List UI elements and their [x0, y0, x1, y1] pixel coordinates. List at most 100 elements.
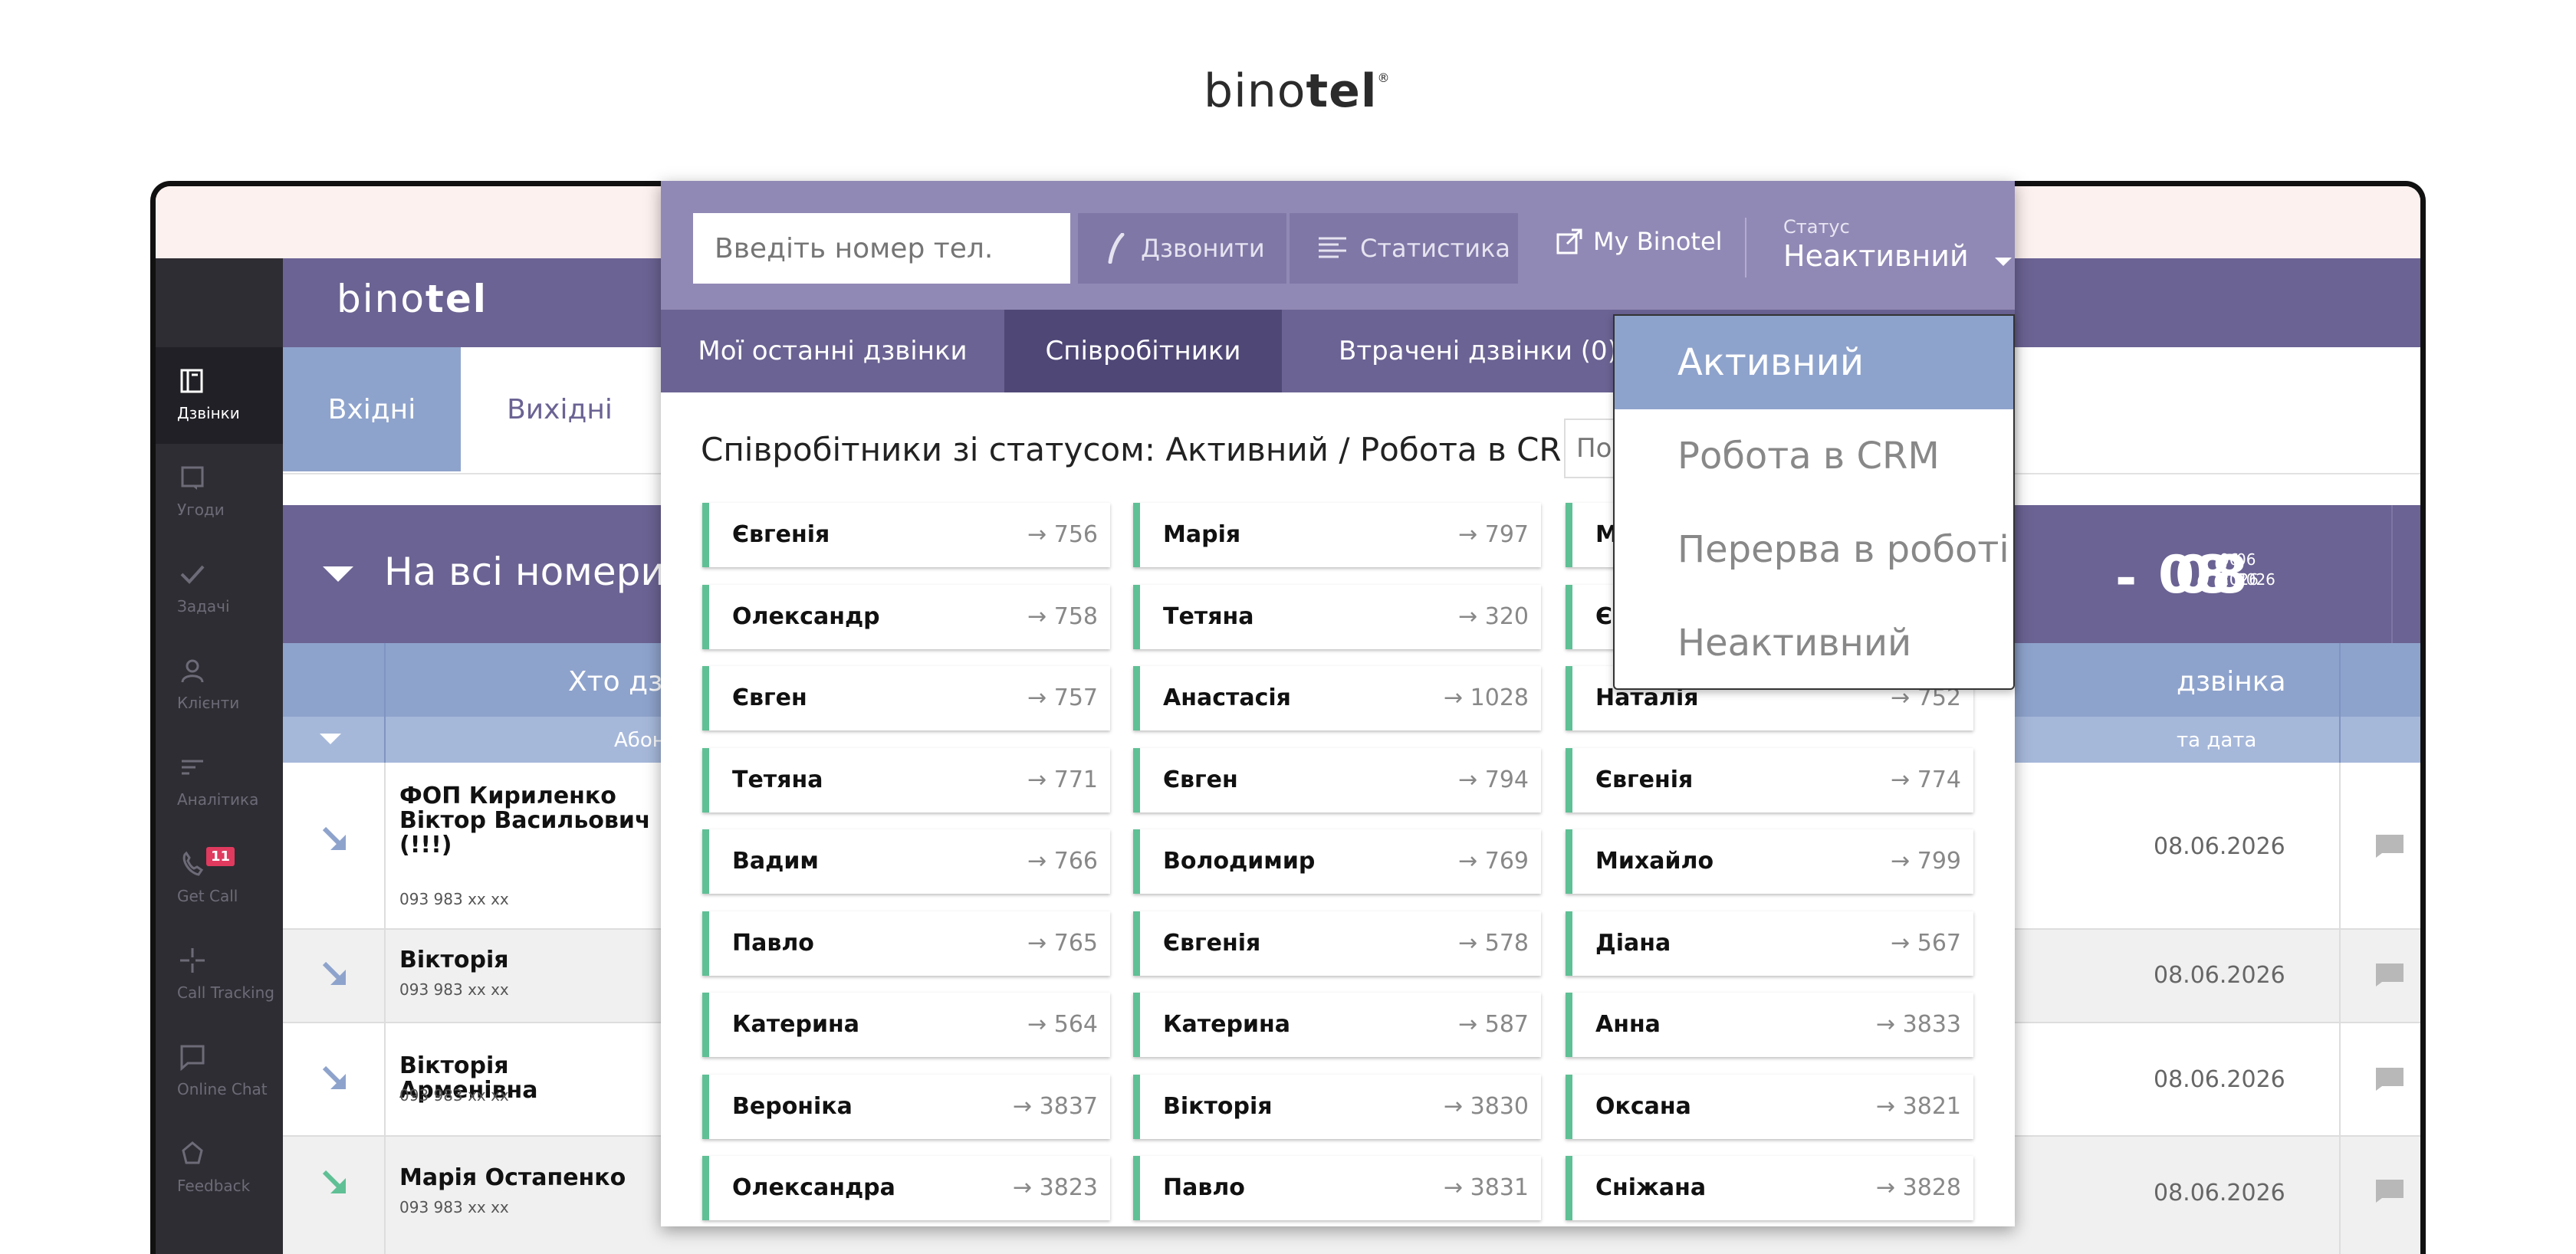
employee-extension: → 3828 [1875, 1174, 1961, 1201]
employee-card[interactable]: Павло → 765 [702, 911, 1110, 976]
sidebar-item-label: Аналітика [177, 790, 259, 809]
divider [1745, 218, 1746, 277]
numbers-filter[interactable]: На всі номери [384, 550, 665, 594]
employee-name: Євгенія [1595, 767, 1694, 793]
employee-card[interactable]: Михайло → 799 [1566, 829, 1973, 894]
employee-card[interactable]: Олександра → 3823 [702, 1156, 1110, 1220]
chevron-down-icon[interactable] [323, 566, 353, 582]
employee-card[interactable]: Тетяна → 320 [1133, 585, 1541, 649]
employee-card[interactable]: Анна → 3833 [1566, 993, 1973, 1057]
employee-name: Є [1595, 603, 1613, 630]
employee-extension: → 320 [1458, 603, 1529, 630]
chevron-down-icon[interactable] [320, 734, 341, 744]
employee-name: Вероніка [732, 1093, 853, 1120]
divider [384, 763, 386, 1254]
status-option-active[interactable]: Активний [1615, 316, 2013, 409]
status-option-break[interactable]: Перерва в роботі [1615, 503, 2013, 596]
employee-card[interactable]: Вероніка → 3837 [702, 1075, 1110, 1139]
phone-number-input[interactable] [693, 213, 1070, 284]
employee-extension: → 3823 [1012, 1174, 1098, 1201]
divider [2339, 763, 2341, 1254]
sidebar-item-label: Угоди [177, 501, 225, 519]
sidebar-item-label: Дзвінки [177, 404, 240, 422]
employee-card[interactable]: Катерина → 564 [702, 993, 1110, 1057]
sidebar-item-tasks[interactable]: Задачі [156, 540, 283, 637]
employee-card[interactable]: Євгенія → 578 [1133, 911, 1541, 976]
sidebar-item-clients[interactable]: Клієнти [156, 637, 283, 734]
caller-phone: 093 983 xx xx [399, 890, 509, 908]
employee-name: Євгенія [732, 521, 830, 548]
employee-extension: → 3821 [1875, 1093, 1961, 1120]
status-dropdown: Активний Робота в CRM Перерва в роботі Н… [1613, 314, 2015, 690]
sidebar-item-getcall[interactable]: 11 Get Call [156, 830, 283, 927]
employee-card[interactable]: Діана → 567 [1566, 911, 1973, 976]
employee-extension: → 1028 [1443, 684, 1529, 711]
employee-name: Діана [1595, 930, 1671, 957]
tab-incoming[interactable]: Вхідні [283, 347, 461, 471]
sidebar-item-onlinechat[interactable]: Online Chat [156, 1023, 283, 1120]
employee-card[interactable]: Євгенія → 756 [702, 503, 1110, 567]
employee-name: Тетяна [732, 767, 823, 793]
employee-extension: → 564 [1027, 1011, 1098, 1038]
column-subheader-subscriber[interactable]: Абон [614, 729, 665, 752]
chevron-down-icon[interactable] [1995, 258, 2012, 266]
sidebar: Дзвінки Угоди Задачі Клієнти Аналітика 1… [156, 258, 283, 1254]
status-option-inactive[interactable]: Неактивний [1615, 596, 2013, 690]
employee-card[interactable]: Євген → 757 [702, 666, 1110, 730]
status-option-crm[interactable]: Робота в CRM [1615, 409, 2013, 503]
sidebar-item-calltracking[interactable]: Call Tracking [156, 927, 283, 1023]
employee-card[interactable]: Марія → 797 [1133, 503, 1541, 567]
comment-icon[interactable] [2374, 1178, 2405, 1204]
employee-name: Тетяна [1163, 603, 1254, 630]
caller-phone: 093 983 xx xx [399, 980, 509, 999]
employee-name: Володимир [1163, 848, 1316, 875]
caller-name: ФОП Кириленко Віктор Васильович (!!!) [399, 783, 651, 858]
date-to-visible[interactable]: 08 06 2026 [2158, 545, 2259, 606]
sidebar-item-label: Feedback [177, 1177, 251, 1195]
my-binotel-link[interactable]: My Binotel [1556, 227, 1723, 256]
comment-icon[interactable] [2374, 833, 2405, 859]
employee-name: Євген [732, 684, 807, 711]
employee-extension: → 766 [1027, 848, 1098, 875]
employee-card[interactable]: Євгенія → 774 [1566, 748, 1973, 812]
employee-name: Олександра [732, 1174, 895, 1201]
list-icon [1319, 237, 1346, 258]
employee-name: Оксана [1595, 1093, 1691, 1120]
employee-card[interactable]: Павло → 3831 [1133, 1156, 1541, 1220]
employee-extension: → 3831 [1443, 1174, 1529, 1201]
employee-card[interactable]: Олександр → 758 [702, 585, 1110, 649]
sidebar-item-analytics[interactable]: Аналітика [156, 734, 283, 830]
comment-icon[interactable] [2374, 962, 2405, 988]
employee-card[interactable]: Тетяна → 771 [702, 748, 1110, 812]
employee-extension: → 797 [1458, 521, 1529, 548]
employee-card[interactable]: Володимир → 769 [1133, 829, 1541, 894]
widget-toolbar: Дзвонити Статистика My Binotel Статус Не… [661, 181, 2015, 310]
deal-icon [181, 466, 204, 490]
sidebar-item-calls[interactable]: Дзвінки [156, 347, 283, 444]
employee-extension: → 587 [1458, 1011, 1529, 1038]
tab-recent-calls[interactable]: Мої останні дзвінки [661, 310, 1004, 392]
employee-card[interactable]: Катерина → 587 [1133, 993, 1541, 1057]
sidebar-item-deals[interactable]: Угоди [156, 444, 283, 540]
feedback-icon [182, 1141, 203, 1164]
status-select[interactable]: Неактивний [1783, 239, 1969, 273]
call-button[interactable]: Дзвонити [1078, 213, 1286, 284]
column-subheader-date[interactable]: та дата [2177, 729, 2256, 752]
employee-extension: → 3830 [1443, 1093, 1529, 1120]
employee-card[interactable]: Вадим → 766 [702, 829, 1110, 894]
sidebar-item-feedback[interactable]: Feedback [156, 1120, 283, 1216]
employee-card[interactable]: Євген → 794 [1133, 748, 1541, 812]
app-logo: binotel [337, 277, 488, 321]
tab-employees[interactable]: Співробітники [1004, 310, 1282, 392]
employee-name: Павло [732, 930, 814, 957]
comment-icon[interactable] [2374, 1066, 2405, 1092]
sidebar-item-label: Клієнти [177, 694, 240, 712]
employee-card[interactable]: Анастасія → 1028 [1133, 666, 1541, 730]
employee-card[interactable]: Сніжана → 3828 [1566, 1156, 1973, 1220]
column-header-call[interactable]: дзвінка [2177, 666, 2286, 698]
statistics-button[interactable]: Статистика [1290, 213, 1518, 284]
employee-card[interactable]: Оксана → 3821 [1566, 1075, 1973, 1139]
employee-name: Євгенія [1163, 930, 1261, 957]
employee-card[interactable]: Вікторія → 3830 [1133, 1075, 1541, 1139]
tab-outgoing[interactable]: Вихідні [461, 347, 659, 471]
